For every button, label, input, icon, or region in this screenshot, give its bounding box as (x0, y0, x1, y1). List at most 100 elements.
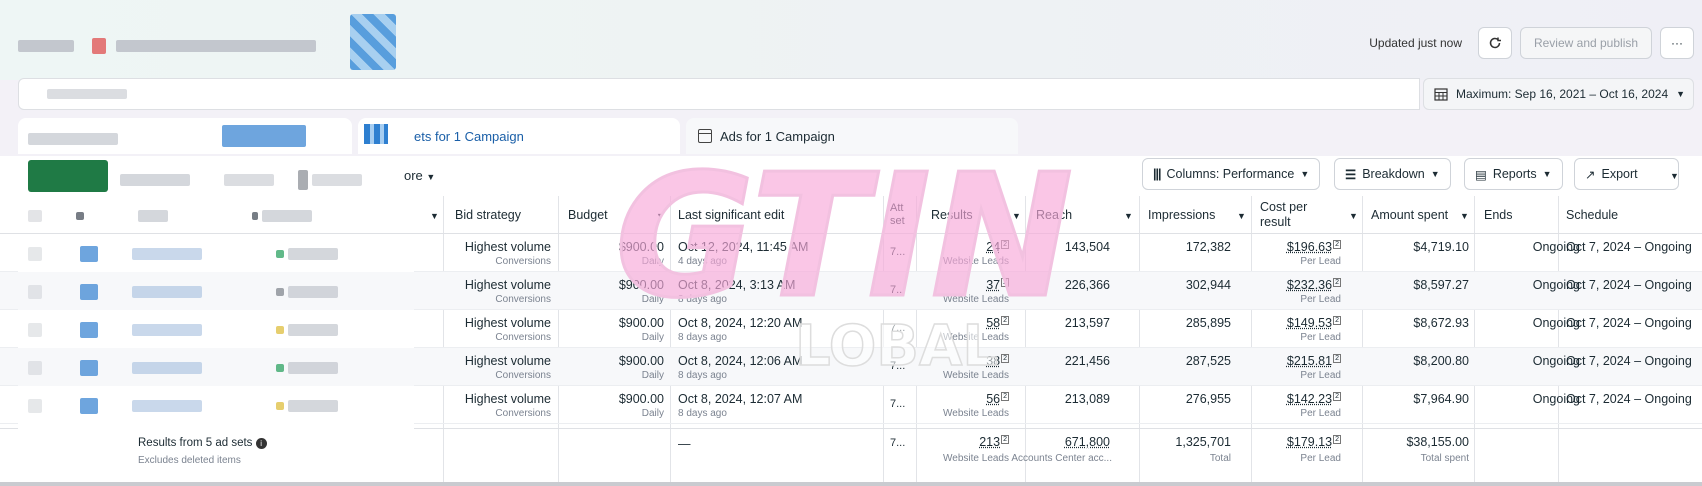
breakdown-button[interactable]: ☰ Breakdown ▼ (1334, 158, 1451, 190)
results-sub: Website Leads (943, 256, 1009, 267)
last-edit-sub: 8 days ago (678, 370, 727, 381)
bid-strategy-sub: Conversions (495, 332, 551, 343)
ad-set-name-redacted[interactable] (18, 272, 414, 310)
search-filter-bar[interactable] (18, 78, 1420, 110)
reach: 226,366 (1064, 278, 1110, 292)
calendar-icon (1434, 88, 1448, 101)
col-reach[interactable]: Reach (1036, 208, 1072, 222)
sort-icon[interactable]: ▼ (1460, 211, 1469, 221)
col-schedule[interactable]: Schedule (1566, 208, 1618, 222)
summary-attr: 7... (890, 437, 906, 449)
sort-icon[interactable]: ▼ (1237, 211, 1246, 221)
date-range-picker[interactable]: Maximum: Sep 16, 2021 – Oct 16, 2024 ▼ (1423, 78, 1694, 110)
col-budget[interactable]: Budget (568, 208, 608, 222)
last-edit: Oct 8, 2024, 3:13 AM (678, 278, 796, 292)
ad-set-name-redacted[interactable] (18, 386, 414, 424)
level-tabs: ets for 1 Campaign Ads for 1 Campaign (0, 114, 1702, 154)
amount-spent: $8,597.27 (1413, 278, 1469, 292)
ad-set-name-redacted[interactable] (18, 310, 414, 348)
cost-per-result[interactable]: $196.63 2 (1287, 239, 1341, 254)
bid-strategy-sub: Conversions (495, 294, 551, 305)
schedule: Oct 7, 2024 – Ongoing (1566, 392, 1692, 406)
tab-ads[interactable]: Ads for 1 Campaign (686, 118, 1018, 154)
export-icon: ↗ (1585, 167, 1596, 182)
results[interactable]: 24 2 (986, 239, 1009, 254)
budget[interactable]: $900.00 (619, 354, 664, 368)
reach: 143,504 (1064, 240, 1110, 254)
summary-spent: $38,155.00 (1406, 435, 1469, 449)
export-dropdown-icon[interactable]: ▼ (1670, 171, 1679, 181)
results-sub: Website Leads (943, 370, 1009, 381)
col-attribution[interactable]: Att set (890, 202, 912, 230)
tab-ad-sets[interactable]: ets for 1 Campaign (358, 118, 680, 154)
columns-label: Columns: Performance (1166, 167, 1295, 181)
ad-set-name-redacted[interactable] (18, 234, 414, 272)
columns-icon: ||| (1153, 167, 1161, 181)
summary-edit: — (678, 437, 691, 451)
chevron-down-icon: ▼ (1430, 169, 1440, 179)
ad-set-name-redacted[interactable] (18, 348, 414, 386)
top-bar: Updated just now Review and publish ··· (0, 0, 1702, 80)
cost-per-result[interactable]: $215.81 2 (1287, 353, 1341, 368)
results[interactable]: 56 2 (986, 391, 1009, 406)
summary-impressions-sub: Total (1209, 453, 1231, 464)
sort-icon[interactable]: ▼ (1349, 211, 1358, 221)
updated-status: Updated just now (1369, 36, 1462, 50)
sort-icon[interactable]: ▼ (1012, 211, 1021, 221)
sort-icon[interactable]: ▼ (656, 211, 665, 221)
col-cost-per-result[interactable]: Cost per result (1260, 200, 1340, 230)
budget[interactable]: $900.00 (619, 278, 664, 292)
summary-impressions: 1,325,701 (1175, 435, 1231, 449)
budget[interactable]: $900.00 (619, 392, 664, 406)
more-dropdown[interactable]: ore ▼ (404, 168, 435, 183)
cost-per-result-sub: Per Lead (1300, 408, 1341, 419)
last-edit: Oct 8, 2024, 12:06 AM (678, 354, 803, 368)
col-results[interactable]: Results (931, 208, 973, 222)
tab-campaigns-redacted[interactable] (18, 118, 352, 154)
review-publish-button[interactable]: Review and publish (1520, 27, 1652, 59)
account-name-redacted (18, 38, 316, 54)
col-amount-spent[interactable]: Amount spent (1371, 208, 1448, 222)
more-options-button[interactable]: ··· (1660, 27, 1694, 59)
tab-ad-sets-label: ets for 1 Campaign (414, 128, 524, 144)
last-edit: Oct 8, 2024, 12:20 AM (678, 316, 803, 330)
col-ends[interactable]: Ends (1484, 208, 1513, 222)
last-edit: Oct 12, 2024, 11:45 AM (678, 240, 809, 254)
reports-label: Reports (1492, 167, 1537, 181)
col-impressions[interactable]: Impressions (1148, 208, 1215, 222)
col-last-edit[interactable]: Last significant edit (678, 208, 784, 222)
refresh-button[interactable] (1478, 27, 1512, 59)
impressions: 287,525 (1185, 354, 1231, 368)
cost-per-result[interactable]: $142.23 2 (1287, 391, 1341, 406)
chevron-down-icon: ▼ (1676, 89, 1686, 99)
cost-per-result[interactable]: $232.36 2 (1287, 277, 1341, 292)
sort-icon[interactable]: ▼ (430, 211, 439, 221)
bid-strategy: Highest volume (464, 354, 551, 368)
summary-cpr: $179.13 2 (1286, 434, 1341, 449)
reports-icon: ▤ (1475, 167, 1487, 182)
create-button-redacted[interactable] (28, 160, 108, 192)
export-button[interactable]: ↗ Export (1574, 158, 1679, 190)
budget[interactable]: $900.00 (619, 316, 664, 330)
results[interactable]: 37 2 (986, 277, 1009, 292)
cost-per-result[interactable]: $149.53 2 (1287, 315, 1341, 330)
info-icon[interactable]: i (255, 438, 267, 449)
breakdown-icon: ☰ (1345, 167, 1357, 182)
summary-cpr-sub: Per Lead (1300, 453, 1341, 464)
columns-button[interactable]: ||| Columns: Performance ▼ (1142, 158, 1321, 190)
col-bid-strategy[interactable]: Bid strategy (455, 208, 521, 222)
reach: 221,456 (1064, 354, 1110, 368)
results[interactable]: 58 2 (986, 315, 1009, 330)
budget[interactable]: $900.00 (619, 240, 664, 254)
attribution: 7... (890, 322, 906, 334)
horizontal-scrollbar[interactable] (0, 482, 1702, 486)
results[interactable]: 38 2 (986, 353, 1009, 368)
chevron-down-icon: ▼ (1300, 169, 1310, 179)
summary-spent-sub: Total spent (1420, 453, 1469, 464)
sort-icon[interactable]: ▼ (1124, 211, 1133, 221)
budget-sub: Daily (641, 256, 664, 267)
reports-button[interactable]: ▤ Reports ▼ (1464, 158, 1563, 190)
attribution: 7... (890, 398, 906, 410)
export-label: Export (1601, 167, 1638, 181)
search-text-redacted (47, 89, 127, 99)
